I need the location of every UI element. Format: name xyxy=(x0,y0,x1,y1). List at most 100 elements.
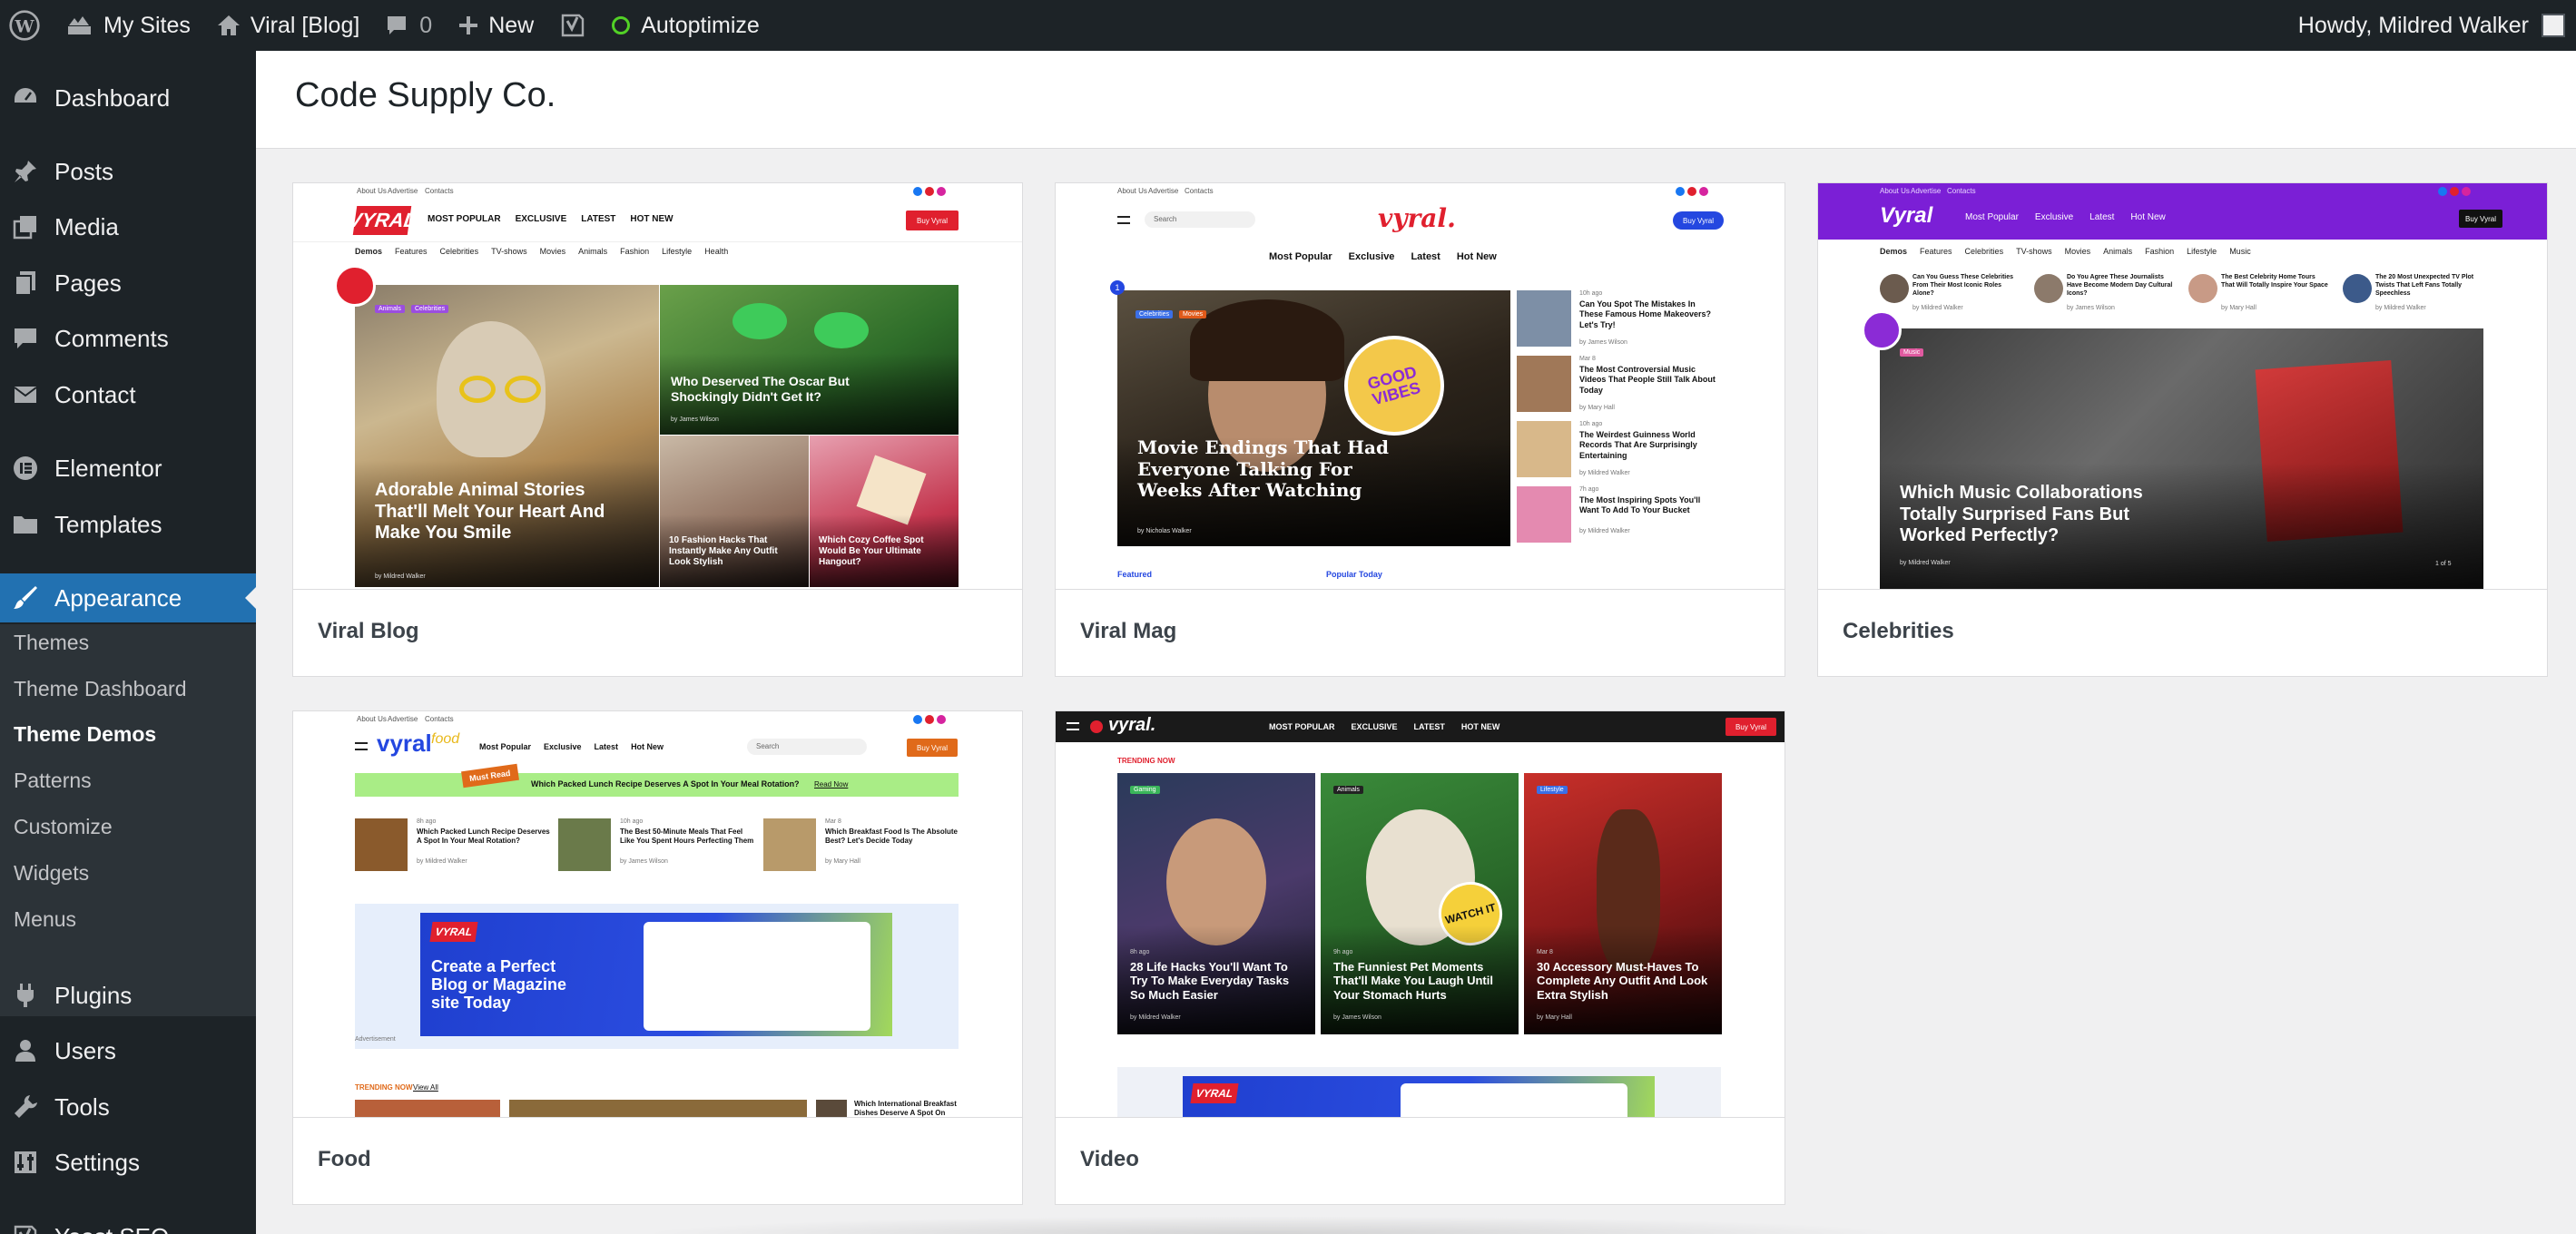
menu-elementor-label: Elementor xyxy=(54,454,162,482)
menu-templates[interactable]: Templates xyxy=(0,500,256,549)
preview-cat: Lifestyle xyxy=(2187,247,2217,256)
submenu-widgets[interactable]: Widgets xyxy=(14,855,89,891)
preview-meta: by Nicholas Walker xyxy=(1137,528,1192,534)
submenu-theme-demos[interactable]: Theme Demos xyxy=(14,716,156,752)
preview-buy-button: Buy Vyral xyxy=(1673,211,1724,230)
menu-plugins[interactable]: Plugins xyxy=(0,971,256,1020)
preview-section-label: Featured xyxy=(1117,570,1153,579)
menu-contact[interactable]: Contact xyxy=(0,370,256,419)
scroll-shadow xyxy=(635,1216,1906,1234)
svg-text:W: W xyxy=(15,17,35,37)
yoast-menu[interactable] xyxy=(546,0,599,51)
submenu-theme-dashboard[interactable]: Theme Dashboard xyxy=(14,671,187,707)
plus-icon xyxy=(457,15,479,36)
preview-nav-item: Most Popular xyxy=(1269,251,1332,262)
my-account-menu[interactable]: Howdy, Mildred Walker xyxy=(2298,0,2565,51)
preview-meta: by Mildred Walker xyxy=(1579,470,1630,476)
menu-yoast[interactable]: Yoast SEO xyxy=(0,1212,256,1234)
avatar xyxy=(2188,274,2217,303)
menu-comments[interactable]: Comments xyxy=(0,314,256,363)
preview-side-headline: Who Deserved The Oscar But Shockingly Di… xyxy=(671,374,850,404)
menu-posts[interactable]: Posts xyxy=(0,147,256,196)
menu-users[interactable]: Users xyxy=(0,1026,256,1075)
menu-settings-label: Settings xyxy=(54,1148,140,1176)
preview-banner-text: Which Packed Lunch Recipe Deserves A Spo… xyxy=(531,779,800,788)
preview-time: Mar 8 xyxy=(1537,949,1553,955)
demo-card-viral-blog[interactable]: About Us Advertise Contacts VYRAL MOST P… xyxy=(292,182,1023,677)
submenu-patterns[interactable]: Patterns xyxy=(14,762,92,798)
demo-card-viral-mag[interactable]: About Us Advertise Contacts Search vyral… xyxy=(1055,182,1785,677)
demo-preview-food: About Us Advertise Contacts vyral food M… xyxy=(293,711,1022,1118)
preview-meta: by Mary Hall xyxy=(1537,1014,1572,1021)
demo-card-video[interactable]: vyral. MOST POPULAR EXCLUSIVE LATEST HOT… xyxy=(1055,710,1785,1205)
badge-icon xyxy=(1862,310,1902,350)
demo-name: Video xyxy=(1080,1147,1139,1171)
comments-menu[interactable]: 0 xyxy=(372,0,445,51)
preview-list-thumb xyxy=(1517,421,1571,477)
menu-contact-label: Contact xyxy=(54,380,136,408)
preview-trend-title: Which International Breakfast Dishes Des… xyxy=(854,1100,957,1117)
demo-card-celebrities[interactable]: About Us Advertise Contacts Vyral Most P… xyxy=(1817,182,2548,677)
preview-sticker: WATCH IT xyxy=(1443,900,1498,927)
submenu-customize[interactable]: Customize xyxy=(14,808,113,845)
menu-settings[interactable]: Settings xyxy=(0,1138,256,1187)
site-name-menu[interactable]: Viral [Blog] xyxy=(203,0,372,51)
autoptimize-menu[interactable]: Autoptimize xyxy=(599,0,772,51)
menu-appearance[interactable]: Appearance xyxy=(0,573,256,622)
submenu-themes[interactable]: Themes xyxy=(14,624,89,661)
menu-users-label: Users xyxy=(54,1036,116,1064)
preview-buy-button: Buy Vyral xyxy=(1726,718,1776,736)
preview-nav-item: Exclusive xyxy=(544,742,582,751)
envelope-icon xyxy=(9,378,42,411)
preview-meta: by Mildred Walker xyxy=(2375,305,2426,311)
preview-banner-link: Read Now xyxy=(814,780,849,788)
preview-top-links: About Us Advertise Contacts xyxy=(1818,183,2547,200)
preview-time: 9h ago xyxy=(1333,949,1353,955)
demo-card-food[interactable]: About Us Advertise Contacts vyral food M… xyxy=(292,710,1023,1205)
preview-tag: Animals xyxy=(1333,786,1363,794)
preview-ad-text: Create a Perfect Blog or Magazine site T… xyxy=(431,957,567,1012)
pushpin-icon xyxy=(9,155,42,188)
preview-logo: vyral. xyxy=(1378,203,1456,233)
preview-meta: by Mary Hall xyxy=(825,858,860,865)
preview-hero-image: GOOD VIBES Celebrities Movies Movie Endi… xyxy=(1117,290,1510,546)
avatar xyxy=(2343,274,2372,303)
preview-tag: Celebrities xyxy=(411,305,449,313)
menu-elementor[interactable]: Elementor xyxy=(0,444,256,493)
preview-buy-button: Buy Vyral xyxy=(906,211,959,230)
appearance-submenu: Themes Theme Dashboard Theme Demos Patte… xyxy=(0,624,256,1016)
preview-cat: Animals xyxy=(2103,247,2133,256)
folder-icon xyxy=(9,508,42,541)
demo-preview-viral-blog: About Us Advertise Contacts VYRAL MOST P… xyxy=(293,183,1022,590)
menu-templates-label: Templates xyxy=(54,510,162,538)
preview-top-links: About Us Advertise Contacts xyxy=(1056,183,1785,200)
my-sites-label: My Sites xyxy=(103,12,191,38)
new-content-menu[interactable]: New xyxy=(445,0,546,51)
menu-pages[interactable]: Pages xyxy=(0,259,256,308)
preview-time: 10h ago xyxy=(620,818,644,825)
preview-cat: Demos xyxy=(355,247,383,256)
preview-tag: Animals xyxy=(375,305,405,313)
hamburger-icon xyxy=(1117,216,1130,224)
preview-ad-label: Advertisement xyxy=(355,1036,396,1043)
wordpress-logo-icon[interactable]: W xyxy=(0,0,54,51)
menu-tools[interactable]: Tools xyxy=(0,1082,256,1131)
menu-comments-label: Comments xyxy=(54,324,169,352)
preview-meta: by Mildred Walker xyxy=(375,573,426,580)
preview-tag: Lifestyle xyxy=(1537,786,1568,794)
preview-time: 8h ago xyxy=(1130,949,1150,955)
preview-logo: Vyral xyxy=(1880,203,1933,228)
my-sites-menu[interactable]: My Sites xyxy=(54,0,203,51)
menu-dashboard[interactable]: Dashboard xyxy=(0,73,256,122)
preview-nav-item: MOST POPULAR xyxy=(1269,722,1335,731)
submenu-menus[interactable]: Menus xyxy=(14,901,76,937)
yoast-icon xyxy=(559,12,586,39)
preview-video-card: WATCH IT Animals 9h ago The Funniest Pet… xyxy=(1321,773,1519,1034)
preview-nav-item: HOT NEW xyxy=(1460,722,1500,731)
menu-media[interactable]: Media xyxy=(0,202,256,251)
preview-story-title: The 20 Most Unexpected TV Plot Twists Th… xyxy=(2375,274,2474,297)
menu-dashboard-label: Dashboard xyxy=(54,83,171,112)
paintbrush-icon xyxy=(9,582,42,614)
preview-top-links: About Us Advertise Contacts xyxy=(293,711,1022,728)
preview-top-links: About Us Advertise Contacts xyxy=(293,183,1022,200)
